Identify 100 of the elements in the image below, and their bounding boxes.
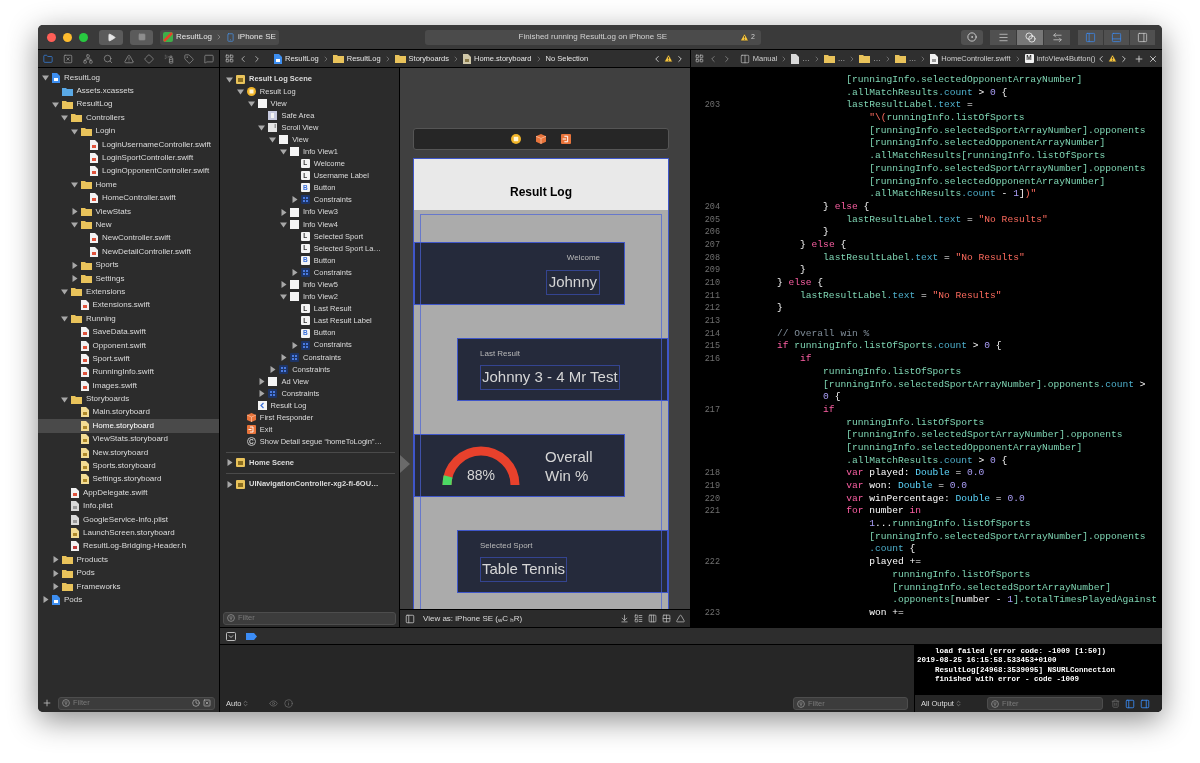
warning-icon[interactable] xyxy=(1108,54,1117,63)
disclosure-triangle[interactable] xyxy=(60,113,69,123)
columns-icon[interactable] xyxy=(648,614,657,623)
view-controller-icon[interactable] xyxy=(511,134,521,144)
disclosure-triangle[interactable] xyxy=(60,314,69,324)
navigator-item[interactable]: Sports.storyboard xyxy=(38,459,219,473)
disclosure-triangle[interactable] xyxy=(279,280,288,290)
navigator-item[interactable]: LoginOpponentController.swift xyxy=(38,164,219,179)
navigator-item[interactable]: Pods xyxy=(38,593,219,607)
navigator-item[interactable]: GoogleService-Info.plist xyxy=(38,512,219,527)
disclosure-triangle[interactable] xyxy=(257,389,267,398)
navigator-item[interactable]: ResultLog xyxy=(38,71,219,85)
zoom-button[interactable] xyxy=(79,32,88,42)
disclosure-triangle[interactable] xyxy=(268,364,278,374)
navigator-item[interactable]: New xyxy=(38,218,219,232)
disclosure-triangle[interactable] xyxy=(41,73,50,83)
back-icon[interactable] xyxy=(238,53,248,64)
navigator-tab[interactable] xyxy=(81,51,96,66)
grid-icon[interactable] xyxy=(225,54,234,63)
navigator-tab[interactable] xyxy=(181,51,196,66)
disclosure-triangle[interactable] xyxy=(279,292,288,302)
navigator-item[interactable]: Assets.xcassets xyxy=(38,84,219,98)
minimize-button[interactable] xyxy=(63,32,72,42)
cube-icon[interactable] xyxy=(536,134,546,144)
navigator-item[interactable]: ViewStats.storyboard xyxy=(38,432,219,446)
navigator-item[interactable]: LaunchScreen.storyboard xyxy=(38,526,219,540)
previous-issue-icon[interactable] xyxy=(652,53,662,64)
navigator-item[interactable]: SaveData.swift xyxy=(38,325,219,339)
triangle-icon[interactable] xyxy=(676,614,685,623)
view-as-label[interactable]: View as: iPhone SE ($_{w}$C $_{h}$R) xyxy=(423,612,523,625)
editor-mode-button[interactable] xyxy=(1044,29,1070,45)
disclosure-triangle[interactable] xyxy=(225,458,234,468)
previous-issue-icon[interactable] xyxy=(1096,53,1106,64)
navigator-item[interactable]: Login xyxy=(38,124,219,138)
square-x-icon[interactable] xyxy=(203,699,211,707)
navigator-item[interactable]: Products xyxy=(38,553,219,567)
run-button[interactable] xyxy=(99,29,123,45)
navigator-item[interactable]: Pods xyxy=(38,566,219,580)
scheme-selector[interactable]: ResultLog iPhone SE xyxy=(160,29,279,45)
add-icon[interactable] xyxy=(42,698,52,708)
add-icon[interactable] xyxy=(1134,53,1144,64)
list-layout-icon[interactable] xyxy=(634,614,643,623)
navigator-item[interactable]: NewController.swift xyxy=(38,231,219,246)
navigator-item[interactable]: HomeController.swift xyxy=(38,191,219,205)
next-issue-icon[interactable] xyxy=(675,53,685,64)
navigator-item[interactable]: Main.storyboard xyxy=(38,405,219,420)
arrow-down-icon[interactable] xyxy=(620,614,629,623)
panel-toggle[interactable] xyxy=(1130,29,1155,45)
navigator-item[interactable]: ResultLog xyxy=(38,97,219,112)
navigator-item[interactable]: Home xyxy=(38,178,219,192)
disclosure-triangle[interactable] xyxy=(257,376,267,386)
breakpoint-icon[interactable] xyxy=(246,632,257,640)
exit-icon[interactable] xyxy=(561,134,571,144)
navigator-item[interactable]: Images.swift xyxy=(38,379,219,393)
close-button[interactable] xyxy=(47,32,56,42)
stop-button[interactable] xyxy=(130,29,153,45)
info-card[interactable]: Selected Sport Table Tennis xyxy=(457,530,668,593)
navigator-item[interactable]: Extensions.swift xyxy=(38,298,219,313)
info-card[interactable]: Last Result Johnny 3 - 4 Mr Test xyxy=(457,338,668,401)
info-card[interactable]: 88% Overall Win % xyxy=(414,434,625,497)
navigator-item[interactable]: Opponent.swift xyxy=(38,338,219,353)
disclosure-triangle[interactable] xyxy=(279,352,288,362)
navigator-item[interactable]: LoginSportController.swift xyxy=(38,151,219,165)
navigator-item[interactable]: New.storyboard xyxy=(38,445,219,460)
panel-toggle[interactable] xyxy=(1078,29,1103,45)
library-button[interactable] xyxy=(961,29,983,45)
hide-panel-icon[interactable] xyxy=(226,631,236,641)
navigator-item[interactable]: Sport.swift xyxy=(38,352,219,366)
warning-icon[interactable] xyxy=(739,32,749,42)
disclosure-triangle[interactable] xyxy=(268,135,278,144)
navigator-item[interactable]: Controllers xyxy=(38,111,219,125)
navigator-item[interactable]: Settings.storyboard xyxy=(38,472,219,487)
disclosure-triangle[interactable] xyxy=(225,479,234,489)
left-panel-icon[interactable] xyxy=(405,613,415,624)
navigator-item[interactable]: AppDelegate.swift xyxy=(38,486,219,500)
disclosure-triangle[interactable] xyxy=(60,287,69,297)
next-issue-icon[interactable] xyxy=(1119,53,1129,64)
navigator-item[interactable]: ResultLog-Bridging-Header.h xyxy=(38,539,219,554)
grid-icon[interactable] xyxy=(662,614,671,623)
close-icon[interactable] xyxy=(1148,53,1158,64)
navigator-item[interactable]: NewDetailController.swift xyxy=(38,245,219,259)
warning-icon[interactable] xyxy=(664,54,673,63)
grid-icon[interactable] xyxy=(695,54,704,63)
left-panel-icon[interactable] xyxy=(1124,698,1135,709)
navigator-item[interactable]: Frameworks xyxy=(38,579,219,594)
disclosure-triangle[interactable] xyxy=(279,207,288,217)
editor-mode-button[interactable] xyxy=(990,29,1016,45)
info-card[interactable]: Welcome Johnny xyxy=(414,242,625,305)
navigator-item[interactable]: Running xyxy=(38,312,219,326)
clock-icon[interactable] xyxy=(192,699,200,707)
navigator-item[interactable]: Settings xyxy=(38,271,219,286)
navigator-item[interactable]: RunningInfo.swift xyxy=(38,365,219,379)
disclosure-triangle[interactable] xyxy=(69,220,79,230)
disclosure-triangle[interactable] xyxy=(41,595,50,605)
navigator-item[interactable]: Info.plist xyxy=(38,499,219,513)
navigator-item[interactable]: Home.storyboard xyxy=(38,419,219,433)
disclosure-triangle[interactable] xyxy=(69,180,79,190)
forward-icon[interactable] xyxy=(252,53,262,64)
disclosure-triangle[interactable] xyxy=(279,147,288,157)
navigator-item[interactable]: Extensions xyxy=(38,285,219,299)
